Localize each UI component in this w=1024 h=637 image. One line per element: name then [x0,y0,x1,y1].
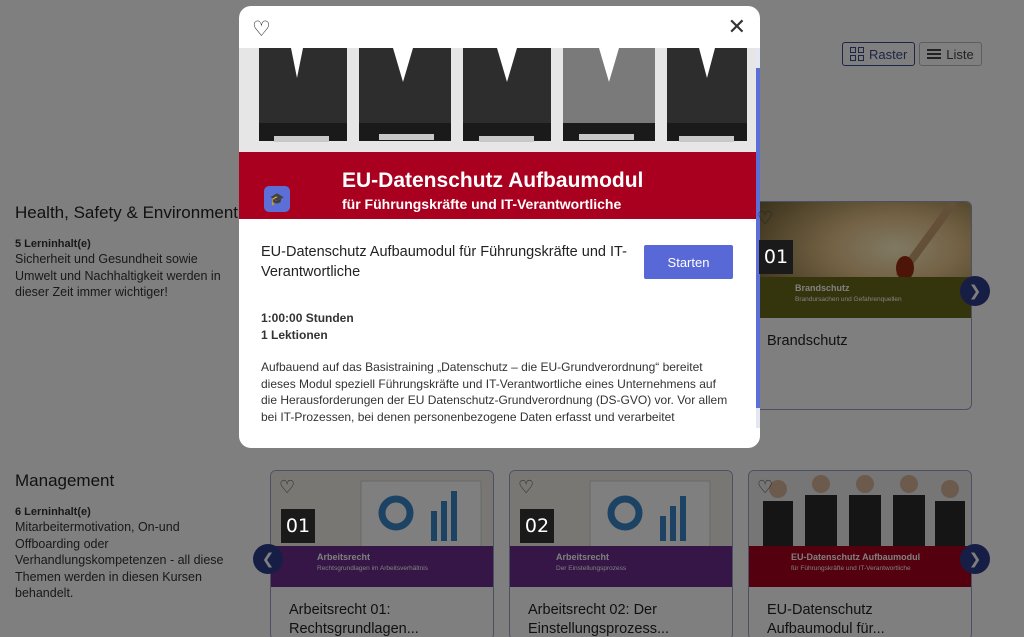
banner-subtitle: für Führungskräfte und IT-Verantwortlich… [342,196,622,212]
heart-icon[interactable]: ♡ [757,208,773,229]
start-button[interactable]: Starten [644,245,733,279]
business-people-image [239,48,756,152]
course-number: 01 [281,509,315,543]
heart-icon[interactable]: ♡ [757,477,773,498]
modal-body: 🎓 EU-Datenschutz Aufbaumodul für Führung… [239,48,756,448]
course-description: Aufbauend auf das Basistraining „Datensc… [261,360,728,424]
banner-title: EU-Datenschutz Aufbaumodul [342,169,644,192]
graduation-cap-icon: 🎓 [264,186,290,212]
course-lessons: 1 Lektionen [261,328,328,342]
course-detail-modal: ♡ ✕ 🎓 EU-Datenschutz Aufbaumodul für Füh… [239,6,760,448]
heart-icon[interactable]: ♡ [252,17,271,42]
heart-icon[interactable]: ♡ [279,477,295,498]
course-banner: 🎓 EU-Datenschutz Aufbaumodul für Führung… [239,152,756,219]
course-hero-image [239,48,756,152]
course-number: 01 [759,240,793,274]
modal-course-title: EU-Datenschutz Aufbaumodul für Führungsk… [261,244,627,280]
course-number: 02 [520,509,554,543]
close-icon[interactable]: ✕ [728,14,746,40]
scrollbar-thumb[interactable] [756,68,760,408]
heart-icon[interactable]: ♡ [518,477,534,498]
course-duration: 1:00:00 Stunden [261,311,354,325]
